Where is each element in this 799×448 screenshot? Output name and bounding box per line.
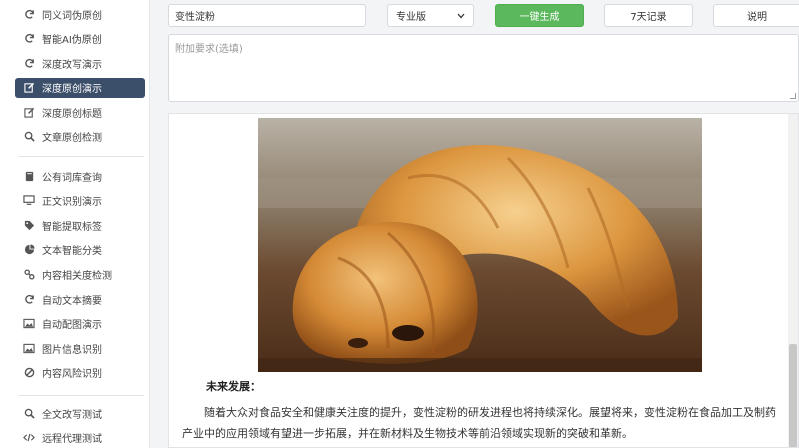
- refresh-icon: [21, 31, 37, 47]
- scrollbar-thumb[interactable]: [789, 344, 797, 447]
- refresh-icon: [21, 291, 37, 307]
- article-paragraph: 随着大众对食品安全和健康关注度的提升，变性淀粉的研发进程也将持续深化。展望将来，…: [182, 406, 776, 440]
- sidebar-item-label: 全文改写测试: [42, 409, 102, 421]
- version-select-value: 专业版: [396, 12, 426, 23]
- sidebar-divider: [18, 395, 144, 396]
- sidebar-item-label: 自动配图演示: [42, 320, 102, 332]
- search-icon: [21, 129, 37, 145]
- topic-input[interactable]: 变性淀粉: [168, 4, 366, 27]
- sidebar-group1-item-4[interactable]: 深度原创标题: [15, 102, 145, 122]
- sidebar-item-label: 内容风险识别: [42, 369, 102, 381]
- code-icon: [21, 430, 37, 446]
- sidebar-group1-item-2[interactable]: 深度改写演示: [15, 53, 145, 73]
- sidebar-item-label: 文章原创检测: [42, 133, 102, 144]
- requirements-textarea[interactable]: 附加要求(选填): [168, 34, 799, 102]
- edit-icon: [21, 80, 37, 96]
- image-icon: [21, 340, 37, 356]
- book-icon: [21, 168, 37, 184]
- article-heading: 未来发展：: [206, 380, 261, 393]
- sidebar-item-label: 深度原创演示: [42, 84, 102, 95]
- sidebar: 同义词伪原创 智能AI伪原创 深度改写演示 深度原创演示 深度原创标题 文章原创检测 公有…: [0, 0, 150, 448]
- topic-input-value: 变性淀粉: [175, 12, 215, 23]
- sidebar-group2-item-7[interactable]: 图片信息识别: [15, 338, 145, 358]
- version-select[interactable]: 专业版: [387, 4, 474, 27]
- sidebar-item-label: 深度改写演示: [42, 59, 102, 71]
- sidebar-item-label: 自动文本摘要: [42, 295, 102, 307]
- sidebar-item-label: 公有词库查询: [42, 172, 102, 184]
- sidebar-group1-item-5[interactable]: 文章原创检测: [15, 127, 145, 147]
- sidebar-item-label: 文本智能分类: [42, 246, 102, 258]
- sidebar-group1-item-1[interactable]: 智能AI伪原创: [15, 29, 145, 49]
- sidebar-group3-item-1[interactable]: 远程代理测试: [15, 428, 145, 448]
- search-icon: [21, 405, 37, 421]
- sidebar-group2-item-6[interactable]: 自动配图演示: [15, 314, 145, 334]
- refresh-icon: [21, 6, 37, 22]
- sidebar-group2-item-2[interactable]: 智能提取标签: [15, 215, 145, 235]
- sidebar-item-label: 智能提取标签: [42, 221, 102, 233]
- chevron-down-icon: [457, 13, 465, 18]
- sidebar-group1-item-0[interactable]: 同义词伪原创: [15, 4, 145, 24]
- sidebar-group2-item-3[interactable]: 文本智能分类: [15, 240, 145, 260]
- sidebar-item-label: 图片信息识别: [42, 344, 102, 356]
- image-icon: [21, 316, 37, 332]
- help-button[interactable]: 说明: [713, 4, 799, 27]
- sidebar-group3-item-0[interactable]: 全文改写测试: [15, 403, 145, 423]
- sidebar-divider: [18, 156, 144, 157]
- sidebar-item-label: 内容相关度检测: [42, 270, 112, 282]
- sidebar-group2-item-0[interactable]: 公有词库查询: [15, 166, 145, 186]
- article-panel: 未来发展： 随着大众对食品安全和健康关注度的提升，变性淀粉的研发进程也将持续深化…: [168, 113, 799, 448]
- sidebar-item-label: 同义词伪原创: [42, 10, 102, 22]
- sidebar-group2-item-1[interactable]: 正文识别演示: [15, 191, 145, 211]
- sidebar-item-label: 深度原创标题: [42, 108, 102, 120]
- ban-icon: [21, 365, 37, 381]
- pie-chart-icon: [21, 242, 37, 258]
- sidebar-item-label: 正文识别演示: [42, 197, 102, 209]
- croissant-image: [258, 118, 702, 372]
- monitor-icon: [21, 193, 37, 209]
- resize-handle[interactable]: [790, 93, 796, 99]
- tag-icon: [21, 217, 37, 233]
- history-button[interactable]: 7天记录: [604, 4, 693, 27]
- link-icon: [21, 266, 37, 282]
- article-scrollbar[interactable]: [788, 114, 798, 447]
- sidebar-group2-item-4[interactable]: 内容相关度检测: [15, 264, 145, 284]
- sidebar-group2-item-8[interactable]: 内容风险识别: [15, 363, 145, 383]
- refresh-icon: [21, 55, 37, 71]
- generate-button[interactable]: 一键生成: [495, 4, 584, 27]
- sidebar-group1-item-3[interactable]: 深度原创演示: [15, 77, 145, 98]
- edit-icon: [21, 104, 37, 120]
- requirements-placeholder: 附加要求(选填): [175, 44, 243, 55]
- sidebar-item-label: 远程代理测试: [42, 434, 102, 445]
- sidebar-group2-item-5[interactable]: 自动文本摘要: [15, 289, 145, 309]
- sidebar-item-label: 智能AI伪原创: [42, 35, 102, 46]
